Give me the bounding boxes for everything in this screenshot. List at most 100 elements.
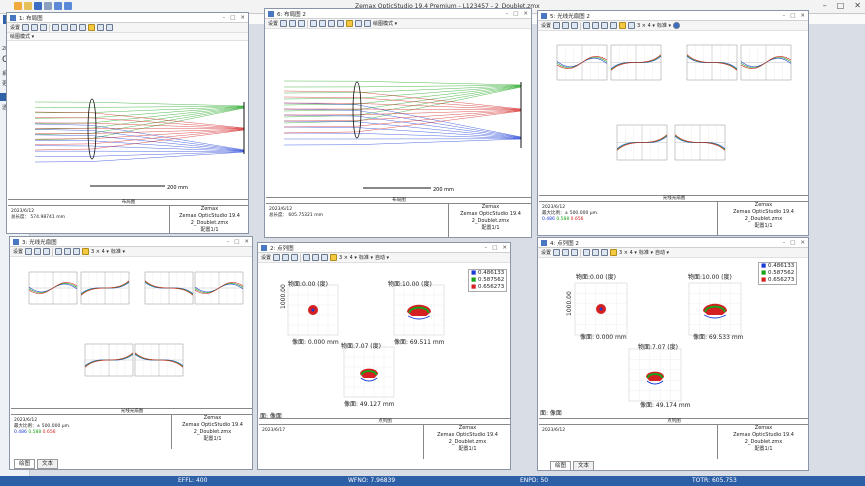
- fit-icon[interactable]: [610, 249, 618, 256]
- copy-icon[interactable]: [34, 248, 42, 255]
- rectangle-icon[interactable]: [321, 254, 329, 261]
- pencil-icon[interactable]: [583, 22, 591, 29]
- refresh-icon[interactable]: [273, 254, 281, 261]
- print-icon[interactable]: [40, 24, 48, 31]
- help-icon[interactable]: [672, 22, 680, 29]
- rectangle-icon[interactable]: [601, 249, 609, 256]
- auto-dropdown[interactable]: 自动 ▾: [655, 249, 669, 256]
- rotate-icon[interactable]: [628, 22, 636, 29]
- spot-diagram-window-2[interactable]: 4: 点列图 2 – □ ✕ 设置 3 × 4 ▾ 标准 ▾ 自动 ▾ 物面:0.00…: [537, 237, 809, 471]
- print-icon[interactable]: [571, 249, 579, 256]
- grid-dropdown[interactable]: 3 × 4 ▾: [637, 23, 655, 29]
- text-tool-icon[interactable]: [337, 20, 345, 27]
- line-icon[interactable]: [61, 24, 69, 31]
- ray-fan-window-2[interactable]: 5: 光线光扇图 2 – □ ✕ 设置 3 × 4 ▾ 标准 ▾ 光线光扇图 2023…: [537, 10, 809, 236]
- maximize-icon[interactable]: □: [234, 239, 239, 245]
- close-icon[interactable]: ✕: [502, 245, 507, 251]
- print-icon[interactable]: [43, 248, 51, 255]
- rectangle-icon[interactable]: [601, 22, 609, 29]
- line-icon[interactable]: [312, 254, 320, 261]
- tab-draw[interactable]: 绘图: [14, 459, 36, 469]
- pencil-icon[interactable]: [52, 24, 60, 31]
- refresh-icon[interactable]: [553, 22, 561, 29]
- print-icon[interactable]: [291, 254, 299, 261]
- grid-dropdown[interactable]: 3 × 4 ▾: [91, 249, 109, 255]
- settings-button[interactable]: 设置: [13, 248, 23, 255]
- draw-mode-dropdown[interactable]: 绘图模式 ▾: [373, 20, 397, 27]
- grid-dropdown[interactable]: 3 × 4 ▾: [339, 255, 357, 261]
- text-tool-icon[interactable]: [610, 22, 618, 29]
- copy-icon[interactable]: [562, 249, 570, 256]
- maximize-icon[interactable]: □: [790, 13, 795, 19]
- settings-button[interactable]: 设置: [268, 20, 278, 27]
- line-icon[interactable]: [319, 20, 327, 27]
- settings-button[interactable]: 设置: [261, 254, 271, 261]
- print-icon[interactable]: [298, 20, 306, 27]
- open-file-icon[interactable]: [24, 2, 32, 10]
- minimize-icon[interactable]: –: [226, 239, 229, 245]
- close-icon[interactable]: ✕: [854, 1, 861, 10]
- close-icon[interactable]: ✕: [523, 11, 528, 17]
- settings-button[interactable]: 设置: [10, 24, 20, 31]
- refresh-icon[interactable]: [553, 249, 561, 256]
- fit-icon[interactable]: [619, 22, 627, 29]
- copy-icon[interactable]: [289, 20, 297, 27]
- close-icon[interactable]: ✕: [244, 239, 249, 245]
- pencil-icon[interactable]: [310, 20, 318, 27]
- pencil-icon[interactable]: [583, 249, 591, 256]
- zoom-icon[interactable]: [88, 24, 96, 31]
- rectangle-icon[interactable]: [70, 24, 78, 31]
- fit-icon[interactable]: [82, 248, 90, 255]
- rectangle-icon[interactable]: [328, 20, 336, 27]
- fit-icon[interactable]: [97, 24, 105, 31]
- pencil-icon[interactable]: [55, 248, 63, 255]
- standard-dropdown[interactable]: 标准 ▾: [639, 249, 653, 256]
- tab-text[interactable]: 文本: [573, 461, 595, 470]
- fit-icon[interactable]: [355, 20, 363, 27]
- copy-icon[interactable]: [282, 254, 290, 261]
- minimize-icon[interactable]: –: [823, 1, 827, 10]
- line-icon[interactable]: [64, 248, 72, 255]
- auto-dropdown[interactable]: 自动 ▾: [375, 254, 389, 261]
- standard-dropdown[interactable]: 标准 ▾: [657, 22, 671, 29]
- maximize-icon[interactable]: □: [513, 11, 518, 17]
- close-icon[interactable]: ✕: [240, 15, 245, 21]
- minimize-icon[interactable]: –: [782, 240, 785, 246]
- refresh-icon[interactable]: [22, 24, 30, 31]
- zoom-icon[interactable]: [346, 20, 354, 27]
- close-icon[interactable]: ✕: [800, 240, 805, 246]
- copy-icon[interactable]: [31, 24, 39, 31]
- minimize-icon[interactable]: –: [505, 11, 508, 17]
- standard-dropdown[interactable]: 标准 ▾: [111, 248, 125, 255]
- maximize-icon[interactable]: □: [790, 240, 795, 246]
- pencil-icon[interactable]: [303, 254, 311, 261]
- line-icon[interactable]: [592, 22, 600, 29]
- minimize-icon[interactable]: –: [782, 13, 785, 19]
- rectangle-icon[interactable]: [73, 248, 81, 255]
- new-file-icon[interactable]: [14, 2, 22, 10]
- layout-window-2[interactable]: 6: 布局图 2 – □ ✕ 设置 绘图模式 ▾ 200 mm 布局图 2023/6/…: [264, 8, 532, 238]
- text-tool-icon[interactable]: [79, 24, 87, 31]
- rotate-icon[interactable]: [106, 24, 114, 31]
- fit-icon[interactable]: [330, 254, 338, 261]
- rotate-icon[interactable]: [364, 20, 372, 27]
- spot-diagram-window-1[interactable]: 2: 点列图 – □ ✕ 设置 3 × 4 ▾ 标准 ▾ 自动 ▾ 物面:0.00 (…: [257, 242, 511, 470]
- ray-fan-window-1[interactable]: 3: 光线光扇图 – □ ✕ 设置 3 × 4 ▾ 标准 ▾ 光线光扇图 2023/6…: [9, 236, 253, 470]
- maximize-icon[interactable]: □: [492, 245, 497, 251]
- settings-button[interactable]: 设置: [541, 249, 551, 256]
- settings-button[interactable]: 设置: [541, 22, 551, 29]
- tab-draw[interactable]: 绘图: [550, 461, 572, 470]
- print-icon[interactable]: [571, 22, 579, 29]
- copy-icon[interactable]: [562, 22, 570, 29]
- layout-window-1[interactable]: 1: 布局图 – □ ✕ 设置 绘图模式 ▾ 200 mm 布局图 2023/6/12…: [6, 12, 249, 234]
- grid-dropdown[interactable]: 3 × 4 ▾: [619, 250, 637, 256]
- save-icon[interactable]: [34, 2, 42, 10]
- refresh-icon[interactable]: [25, 248, 33, 255]
- minimize-icon[interactable]: –: [222, 15, 225, 21]
- line-icon[interactable]: [592, 249, 600, 256]
- tab-text[interactable]: 文本: [37, 459, 59, 469]
- standard-dropdown[interactable]: 标准 ▾: [359, 254, 373, 261]
- print-icon[interactable]: [44, 2, 52, 10]
- draw-mode-dropdown[interactable]: 绘图模式 ▾: [7, 33, 248, 41]
- maximize-icon[interactable]: □: [837, 1, 845, 10]
